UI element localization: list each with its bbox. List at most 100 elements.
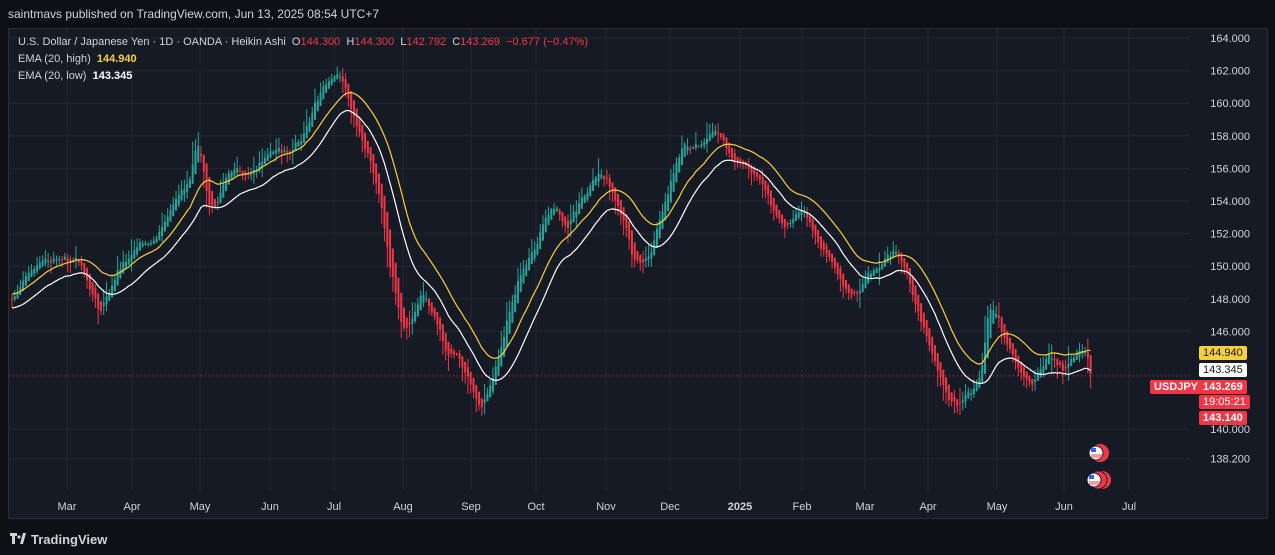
price-tick-label: 140.000 <box>1210 424 1250 436</box>
candle <box>19 279 22 295</box>
candle-body <box>341 76 344 82</box>
candle <box>603 175 606 187</box>
candle-body <box>266 154 269 161</box>
candle-body <box>372 154 375 173</box>
candle <box>327 76 330 89</box>
candle <box>144 240 147 246</box>
candle-body <box>678 157 681 173</box>
candle <box>105 281 108 312</box>
candle-body <box>614 187 617 201</box>
candle-body <box>786 223 789 226</box>
candle-body <box>925 320 928 337</box>
time-tick-label: Mar <box>856 501 875 513</box>
candle-body <box>845 280 847 289</box>
candle <box>586 187 589 202</box>
price-chart[interactable]: 164.000 162.000 160.000 158.000 156.000 154.0… <box>0 0 1275 555</box>
candle-body <box>947 384 950 401</box>
candle-body <box>564 216 567 226</box>
candle <box>336 66 339 80</box>
candle-body <box>908 268 911 284</box>
candle <box>550 208 553 220</box>
candle-body <box>561 212 564 222</box>
candle <box>372 154 375 185</box>
economic-events[interactable] <box>1086 444 1111 490</box>
candle <box>44 249 47 267</box>
time-axis[interactable]: Mar Apr May Jun Jul Aug Sep Oct Nov Dec 2025 Feb Mar… <box>58 501 1137 513</box>
candle-body <box>52 258 55 262</box>
ema-low-legend[interactable]: EMA (20, low) 143.345 <box>18 70 132 82</box>
candle-body <box>197 145 200 163</box>
candle <box>86 267 89 289</box>
candle <box>914 285 917 313</box>
candle-body <box>233 169 236 176</box>
candle <box>191 141 194 184</box>
candle <box>680 135 683 166</box>
candle-body <box>55 259 58 261</box>
ema-high-price-badge: 144.940 <box>1199 346 1247 360</box>
symbol-badge[interactable]: USDJPY <box>1150 380 1203 394</box>
candle-body <box>836 262 839 274</box>
candle-body <box>639 255 642 264</box>
candle <box>986 305 989 359</box>
price-tick-label: 156.000 <box>1210 163 1250 175</box>
us-flag-event-icon[interactable] <box>1088 444 1109 462</box>
time-tick-label: Oct <box>527 501 544 513</box>
candle <box>1070 354 1073 366</box>
candle <box>11 293 13 309</box>
candle <box>717 123 720 144</box>
candle-body <box>800 210 803 216</box>
candle-body <box>1067 363 1070 368</box>
tradingview-logo[interactable]: TradingView <box>10 532 107 547</box>
candle <box>411 302 414 335</box>
candle <box>872 267 875 277</box>
candle <box>1011 343 1014 363</box>
candle-body <box>530 252 533 265</box>
candle-body <box>650 252 653 258</box>
candle <box>906 262 909 280</box>
candle <box>833 257 836 274</box>
ema-high-label[interactable]: EMA (20, high) <box>18 53 91 65</box>
candle <box>711 122 714 138</box>
candle <box>447 341 450 372</box>
candle-body <box>130 254 133 262</box>
ema-high-legend[interactable]: EMA (20, high) 144.940 <box>18 53 137 65</box>
candle <box>355 108 358 137</box>
candle <box>589 182 592 197</box>
candle-body <box>58 258 61 260</box>
candle <box>483 384 486 415</box>
candle <box>186 170 189 199</box>
candle-body <box>878 267 881 272</box>
candle-body <box>105 296 108 305</box>
candle <box>697 144 700 148</box>
symbol-legend[interactable]: U.S. Dollar / Japanese Yen · 1D · OANDA … <box>18 36 588 48</box>
ema-low-label[interactable]: EMA (20, low) <box>18 70 86 82</box>
candle-body <box>475 384 478 399</box>
candle <box>519 262 522 293</box>
candle <box>961 391 964 411</box>
candle-body <box>188 179 191 188</box>
candle-body <box>366 140 369 154</box>
candle-body <box>327 81 330 89</box>
candle <box>708 123 711 142</box>
candle-body <box>914 285 917 305</box>
candle <box>1022 365 1025 387</box>
candle-body <box>922 312 925 328</box>
candle <box>630 230 633 268</box>
candle-body <box>1047 354 1050 365</box>
candle <box>725 137 728 156</box>
candle-body <box>950 392 953 402</box>
candle-body <box>108 294 111 301</box>
us-flag-event-icon[interactable] <box>1086 470 1111 490</box>
candle-body <box>439 318 442 331</box>
candle-body <box>275 149 278 154</box>
candle-body <box>402 307 405 328</box>
candle <box>1000 316 1003 345</box>
candle <box>744 160 747 169</box>
candle <box>639 254 642 271</box>
candle-body <box>920 303 923 323</box>
candle-body <box>369 147 372 162</box>
candle-body <box>789 222 792 225</box>
candle <box>305 109 308 139</box>
candle <box>686 138 689 155</box>
symbol-title[interactable]: U.S. Dollar / Japanese Yen · 1D · OANDA … <box>18 36 286 48</box>
